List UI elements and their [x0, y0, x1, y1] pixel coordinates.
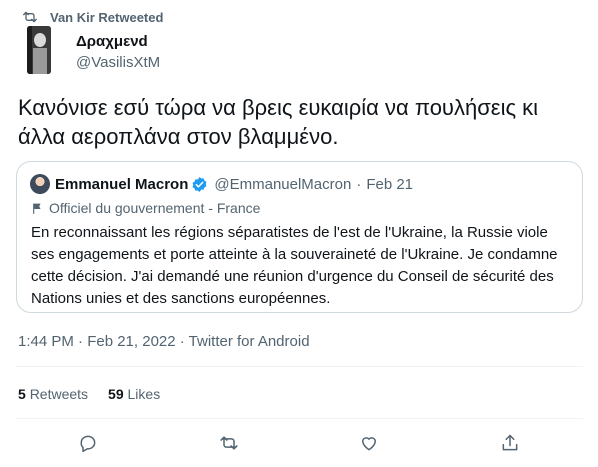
tweet-timestamp[interactable]: 1:44 PM · Feb 21, 2022 · Twitter for And…: [18, 333, 310, 350]
likes-count: 59: [108, 386, 124, 402]
divider: [16, 418, 583, 419]
quoted-author-avatar[interactable]: [30, 174, 50, 194]
author-display-name[interactable]: Δραχμενd: [76, 33, 148, 50]
verified-badge-icon: [192, 177, 207, 192]
reply-icon: [80, 435, 96, 453]
retweets-count: 5: [18, 386, 26, 402]
dot-separator: ·: [356, 176, 362, 193]
quoted-tweet-card[interactable]: Emmanuel Macron @EmmanuelMacron · Feb 21…: [16, 161, 583, 313]
likes-stat[interactable]: 59 Likes: [108, 386, 160, 402]
share-icon: [502, 434, 518, 451]
share-button[interactable]: [497, 430, 523, 456]
quoted-tweet-header: Emmanuel Macron @EmmanuelMacron · Feb 21: [55, 176, 413, 193]
like-button[interactable]: [356, 430, 382, 456]
official-government-label: Officiel du gouvernement - France: [31, 200, 260, 216]
retweeted-label: Van Kir Retweeted: [50, 9, 164, 25]
reply-button[interactable]: [75, 430, 101, 456]
author-handle[interactable]: @VasilisXtM: [76, 54, 160, 71]
retweets-label: Retweets: [29, 386, 89, 402]
author-avatar[interactable]: [27, 26, 51, 74]
flag-icon: [33, 203, 41, 214]
quoted-date[interactable]: Feb 21: [366, 176, 413, 193]
like-icon: [362, 437, 376, 451]
quoted-author-handle[interactable]: @EmmanuelMacron: [214, 176, 351, 193]
retweet-icon: [23, 11, 37, 23]
avatar-image: [27, 26, 51, 74]
retweets-stat[interactable]: 5 Retweets: [18, 386, 88, 402]
quoted-author-name[interactable]: Emmanuel Macron: [55, 176, 188, 193]
retweet-button[interactable]: [216, 430, 242, 456]
likes-label: Likes: [127, 386, 161, 402]
retweeted-by[interactable]: Van Kir Retweeted: [22, 8, 163, 26]
tweet-text: Κανόνισε εσύ τώρα να βρεις ευκαιρία να π…: [18, 95, 539, 149]
tweet-stats: 5 Retweets 59 Likes: [18, 386, 160, 402]
retweet-icon: [220, 436, 238, 450]
quoted-tweet-text: En reconnaissant les régions séparatiste…: [31, 224, 558, 307]
official-label-text: Officiel du gouvernement - France: [49, 200, 261, 216]
divider: [16, 366, 583, 367]
